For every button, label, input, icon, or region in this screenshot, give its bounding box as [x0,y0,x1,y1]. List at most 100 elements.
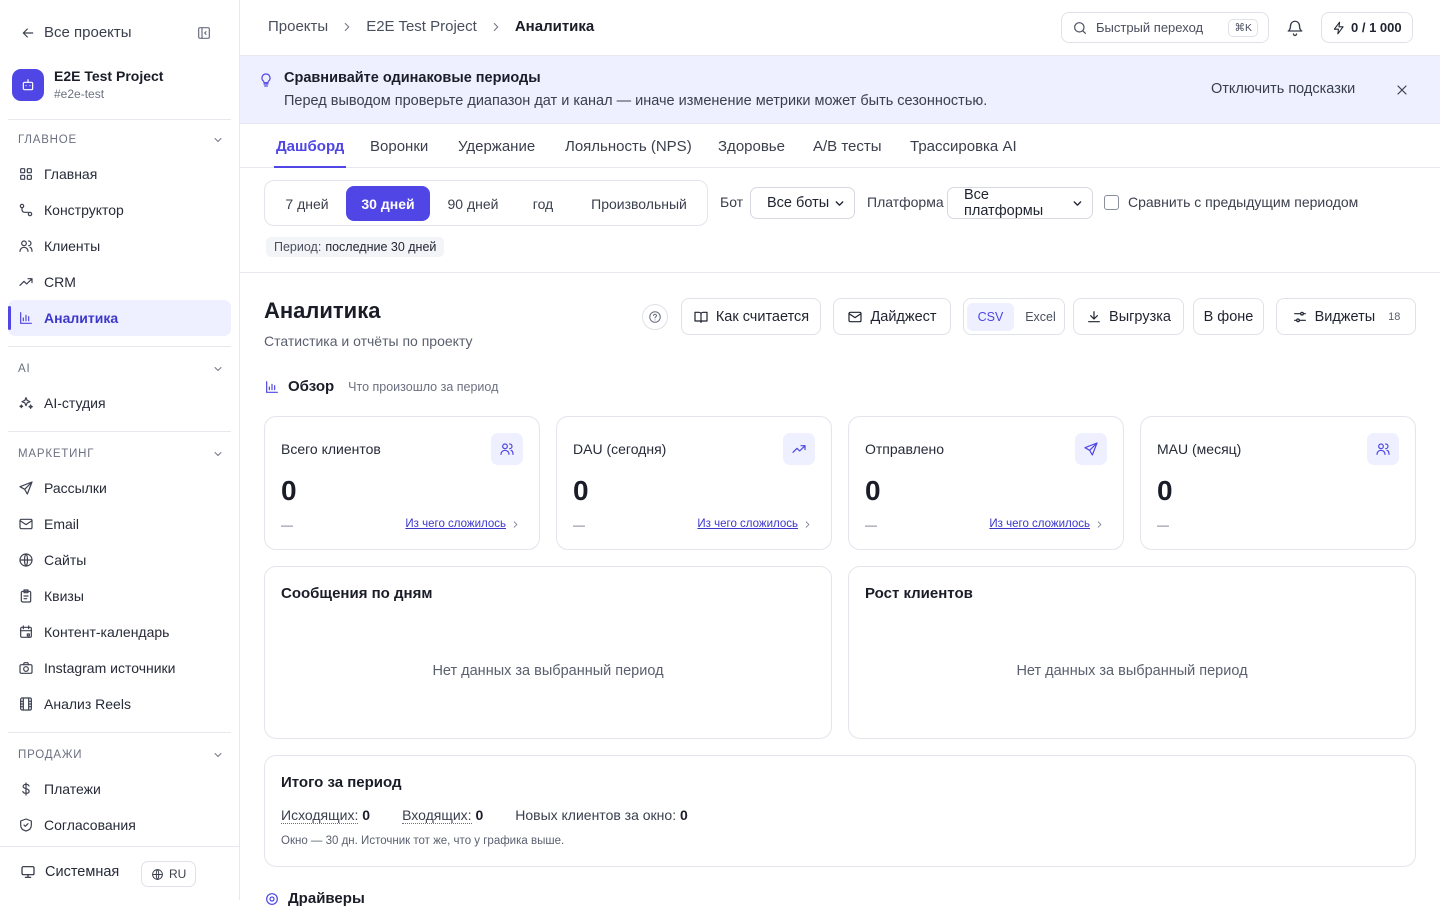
tab[interactable]: Здоровье [710,125,793,168]
divider [0,846,239,847]
sidebar-item[interactable]: Email [8,506,231,542]
users-icon [500,443,514,455]
export-button[interactable]: Выгрузка [1073,298,1184,335]
hint-title: Сравнивайте одинаковые периоды [284,70,541,86]
breadcrumb-projects[interactable]: Проекты [268,18,328,35]
kpi-delta: — [865,518,877,532]
kpi-breakdown-link[interactable]: Из чего сложилось [989,518,1105,530]
project-switcher[interactable]: E2E Test Project #e2e-test [12,68,163,101]
divider [8,119,231,120]
close-hint-button[interactable] [1394,82,1410,98]
breadcrumb-project[interactable]: E2E Test Project [366,18,477,35]
project-slug: #e2e-test [54,87,105,101]
sidebar-item[interactable]: Квизы [8,578,231,614]
tab[interactable]: A/B тесты [805,125,890,168]
quick-search-label: Быстрый переход [1096,20,1204,35]
widgets-button[interactable]: Виджеты 18 [1276,298,1416,335]
sidebar-item[interactable]: Instagram источники [8,650,231,686]
sidebar-section-header[interactable]: МАРКЕТИНГ [18,448,224,460]
search-icon [1074,21,1086,34]
sidebar-item[interactable]: Рассылки [8,470,231,506]
period-option[interactable]: год [517,186,569,221]
sidebar-item[interactable]: Клиенты [8,228,231,264]
lightning-icon [1333,21,1344,34]
bot-select[interactable]: Все боты [750,187,855,219]
tab[interactable]: Лояльность (NPS) [557,125,700,168]
tab[interactable]: Дашборд [268,125,352,168]
sidebar-item[interactable]: AI-студия [8,385,231,421]
download-icon [1088,310,1100,322]
tab[interactable]: Удержание [450,125,543,168]
sidebar-section-header[interactable]: ГЛАВНОЕ [18,134,224,146]
kpi-title: DAU (сегодня) [573,441,667,457]
period-selector: 7 дней 30 дней 90 дней год Произвольный [264,180,708,226]
tab[interactable]: Трассировка AI [902,125,1025,168]
grid-icon [20,168,32,180]
clients-growth-chart: Рост клиентов Нет данных за выбранный пе… [848,566,1416,739]
quick-search-button[interactable]: Быстрый переход ⌘K [1061,12,1269,43]
format-excel-option[interactable]: Excel [1017,310,1064,324]
how-calculated-button[interactable]: Как считается [681,298,821,335]
kpi-breakdown-link[interactable]: Из чего сложилось [697,518,813,530]
chevron-down-icon [214,367,222,371]
period-option[interactable]: Произвольный [573,186,705,221]
project-name: E2E Test Project [54,68,164,84]
summary-note: Окно — 30 дн. Источник тот же, что у гра… [281,835,565,847]
platform-select-value: Все платформы [964,187,1044,219]
format-csv-option[interactable]: CSV [967,302,1014,331]
chevron-down-icon [214,452,222,456]
sidebar-item-label: Квизы [44,588,84,604]
sidebar-item[interactable]: Сайты [8,542,231,578]
period-option[interactable]: 7 дней [272,186,342,221]
disable-hints-button[interactable]: Отключить подсказки [1211,81,1355,97]
chevron-down-icon [214,753,222,757]
sidebar-section-header[interactable]: ПРОДАЖИ [18,749,224,761]
kpi-breakdown-link[interactable]: Из чего сложилось [405,518,521,530]
collapse-sidebar-button[interactable] [196,25,212,41]
background-export-label: В фоне [1203,308,1254,325]
book-icon [694,311,708,323]
sidebar-item[interactable]: Контент-календарь [8,614,231,650]
sidebar-item-label: Рассылки [44,480,107,496]
shortcut-badge: ⌘K [1228,18,1258,37]
sidebar-section-header[interactable]: AI [18,363,224,375]
drivers-section-header: Драйверы [264,890,365,907]
digest-button[interactable]: Дайджест [833,298,951,335]
background-export-button[interactable]: В фоне [1193,298,1264,335]
checkbox-box[interactable] [1104,194,1119,210]
workflow-icon [19,203,33,217]
summary-outgoing: Исходящих: 0 [281,807,371,824]
notifications-button[interactable] [1286,19,1304,37]
chevron-right-icon [493,22,499,31]
tab[interactable]: Воронки [362,125,436,168]
film-icon [20,697,32,711]
sidebar-item[interactable]: Конструктор [8,192,231,228]
divider [8,732,231,733]
sidebar-item[interactable]: Согласования [8,807,231,843]
sidebar-item-label: Контент-календарь [44,624,170,640]
divider [8,346,231,347]
platform-filter-label: Платформа [867,194,944,210]
platform-select[interactable]: Все платформы [947,187,1093,219]
compare-previous-checkbox[interactable]: Сравнить с предыдущим периодом [1104,194,1358,210]
bar-chart-icon [266,380,278,393]
sidebar-item[interactable]: Платежи [8,771,231,807]
sliders-icon [1293,311,1306,322]
language-switcher[interactable]: RU [141,861,197,887]
kpi-title: Отправлено [865,441,945,457]
sidebar-item[interactable]: CRM [8,264,231,300]
all-projects-link[interactable]: Все проекты [20,24,132,41]
period-option[interactable]: 30 дней [346,186,430,221]
sidebar-item[interactable]: Аналитика [8,300,231,336]
period-caption-value: последние 30 дней [325,240,437,254]
sidebar-item[interactable]: Анализ Reels [8,686,231,722]
arrow-left-icon [22,27,34,38]
kpi-delta: — [1157,518,1169,532]
send-icon [1084,442,1098,456]
help-button[interactable] [642,304,668,330]
sidebar-item[interactable]: Главная [8,156,231,192]
credits-badge[interactable]: 0 / 1 000 [1321,12,1413,43]
period-option[interactable]: 90 дней [430,186,516,221]
theme-toggle[interactable]: Системная [20,864,119,880]
sidebar-section-title: ГЛАВНОЕ [18,134,77,146]
